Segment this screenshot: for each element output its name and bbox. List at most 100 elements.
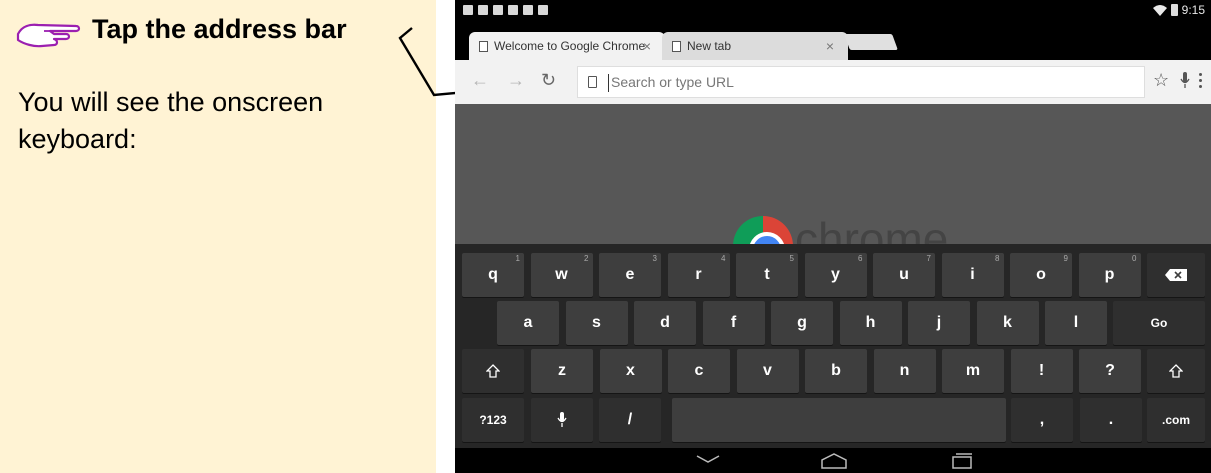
key-n[interactable]: n [873, 349, 936, 393]
key-label: f [730, 314, 737, 331]
key-g[interactable]: g [771, 301, 833, 345]
key-z[interactable]: z [531, 349, 593, 393]
bookmark-star-icon[interactable]: ☆ [1153, 70, 1169, 91]
download-notification-icon [523, 5, 533, 15]
instruction-panel: Tap the address bar You will see the ons… [0, 0, 436, 473]
dotcom-key[interactable]: .com [1147, 398, 1205, 442]
key-s[interactable]: s [565, 301, 628, 345]
battery-icon [1170, 4, 1178, 16]
key-label: l [1073, 314, 1079, 331]
key-label: d [660, 314, 670, 331]
key-x[interactable]: x [599, 349, 662, 393]
backspace-key[interactable] [1147, 253, 1205, 297]
microphone-icon[interactable] [1180, 71, 1190, 91]
backspace-icon [1165, 269, 1187, 281]
mail-notification-icon [493, 5, 503, 15]
key-hint: 5 [789, 254, 794, 263]
key-h[interactable]: h [839, 301, 902, 345]
key-label: m [965, 362, 981, 379]
instruction-body: You will see the onscreen keyboard: [18, 87, 324, 154]
key-label: e [625, 266, 635, 283]
shift-arrow-icon [486, 364, 500, 378]
tutorial-slide: Tap the address bar You will see the ons… [0, 0, 1211, 473]
key-o[interactable]: o9 [1010, 253, 1072, 297]
tab-label: Welcome to Google Chrome [494, 39, 646, 53]
key-b[interactable]: b [805, 349, 867, 393]
period-key[interactable]: . [1080, 398, 1142, 442]
back-nav-icon[interactable] [695, 452, 721, 470]
voice-input-key[interactable] [531, 398, 593, 442]
key-f[interactable]: f [702, 301, 765, 345]
key-label: p [1104, 266, 1115, 283]
key-label: c [694, 362, 704, 379]
key-u[interactable]: u7 [873, 253, 935, 297]
key-d[interactable]: d [634, 301, 696, 345]
tab-welcome[interactable]: Welcome to Google Chrome × [469, 32, 665, 60]
key-exclamation[interactable]: ! [1010, 349, 1073, 393]
key-v[interactable]: v [736, 349, 799, 393]
reload-icon[interactable]: ↻ [541, 70, 556, 91]
key-c[interactable]: c [668, 349, 730, 393]
status-bar: 9:15 [455, 0, 1211, 22]
key-label: r [695, 266, 702, 283]
notification-icons [463, 5, 548, 15]
new-tab-button[interactable] [844, 34, 898, 50]
key-label: u [899, 266, 909, 283]
key-label: b [831, 362, 841, 379]
key-l[interactable]: l [1045, 301, 1107, 345]
key-a[interactable]: a [497, 301, 559, 345]
system-navigation-bar [455, 448, 1211, 473]
close-tab-icon[interactable]: × [826, 38, 834, 54]
key-q[interactable]: q1 [462, 253, 524, 297]
overflow-menu-icon[interactable] [1199, 73, 1203, 91]
toolbar: ← → ↻ ☆ [455, 60, 1211, 104]
go-key[interactable]: Go [1113, 301, 1205, 345]
key-label: v [763, 362, 772, 379]
key-hint: 8 [995, 254, 1000, 263]
url-input[interactable] [611, 67, 1111, 97]
back-arrow-icon[interactable]: ← [471, 70, 489, 91]
key-t[interactable]: t5 [736, 253, 798, 297]
left-shift-key[interactable] [462, 349, 524, 393]
page-icon [479, 40, 488, 52]
symbols-key[interactable]: ?123 [462, 398, 524, 442]
key-k[interactable]: k [976, 301, 1039, 345]
key-label: .com [1161, 413, 1190, 427]
close-tab-icon[interactable]: × [643, 38, 651, 54]
home-nav-icon[interactable] [819, 452, 849, 470]
key-y[interactable]: y6 [804, 253, 867, 297]
android-screen: 9:15 Welcome to Google Chrome × New tab … [455, 0, 1211, 473]
key-label: z [558, 362, 566, 379]
key-label: w [555, 266, 568, 283]
key-label: ? [1105, 362, 1115, 379]
key-question[interactable]: ? [1079, 349, 1141, 393]
comma-key[interactable]: , [1011, 398, 1073, 442]
key-r[interactable]: r4 [667, 253, 730, 297]
onscreen-keyboard: q 1 w 2 e 3 r 4 t 5 y 6 u 7 i 8 o 9 p 0 a s d f g h j k l Go z x c v b n m!?… [455, 244, 1211, 448]
key-label: . [1108, 411, 1114, 428]
forward-arrow-icon[interactable]: → [507, 70, 525, 91]
wifi-icon [1152, 4, 1167, 16]
spacebar-key[interactable] [672, 398, 1006, 442]
key-hint: 2 [584, 254, 589, 263]
address-bar[interactable] [577, 66, 1145, 98]
instruction-title: Tap the address bar [92, 14, 347, 44]
recent-apps-nav-icon[interactable] [949, 452, 975, 470]
key-label: s [592, 314, 601, 331]
key-m[interactable]: m [942, 349, 1004, 393]
text-cursor [608, 74, 609, 92]
tab-new-tab[interactable]: New tab × [662, 32, 848, 60]
key-label: n [899, 362, 910, 379]
key-p[interactable]: p0 [1078, 253, 1141, 297]
key-hint: 4 [721, 254, 726, 263]
right-shift-key[interactable] [1147, 349, 1205, 393]
key-hint: 7 [926, 254, 931, 263]
download-notification-icon [538, 5, 548, 15]
key-w[interactable]: w2 [530, 253, 593, 297]
key-label: x [626, 362, 635, 379]
key-i[interactable]: i8 [941, 253, 1004, 297]
microphone-icon [557, 412, 567, 427]
slash-key[interactable]: / [599, 398, 661, 442]
key-j[interactable]: j [908, 301, 970, 345]
key-e[interactable]: e3 [599, 253, 661, 297]
